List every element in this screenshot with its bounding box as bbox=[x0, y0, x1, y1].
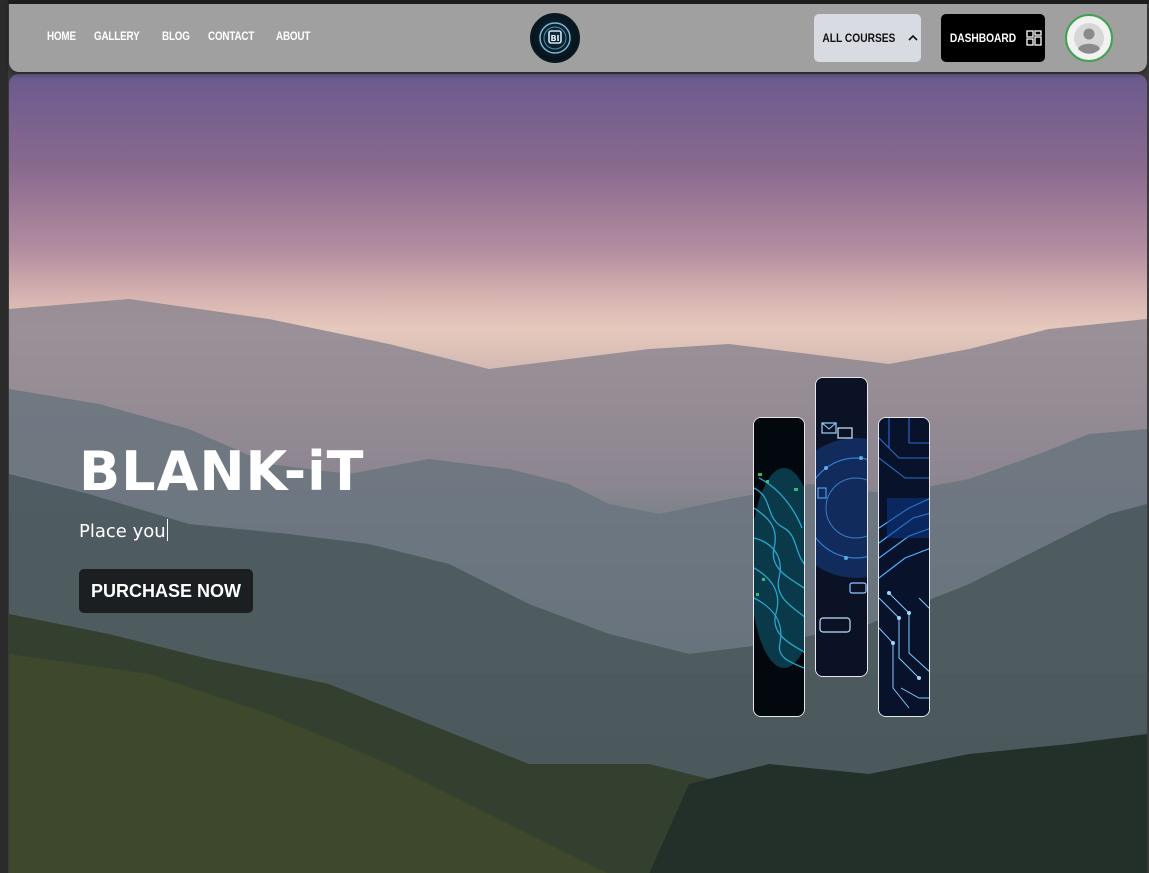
brand-logo[interactable]: BI bbox=[530, 13, 580, 63]
all-courses-label: ALL COURSES bbox=[822, 31, 895, 45]
dashboard-button[interactable]: DASHBOARD bbox=[941, 14, 1045, 62]
nav-link-contact[interactable]: CONTACT bbox=[208, 29, 254, 43]
browser-frame: HOME GALLERY BLOG CONTACT ABOUT BI ALL C… bbox=[0, 0, 1149, 873]
profile-avatar[interactable] bbox=[1065, 14, 1113, 62]
all-courses-button[interactable]: ALL COURSES bbox=[814, 14, 921, 62]
typed-text: Place you bbox=[79, 521, 166, 542]
nav-links: HOME GALLERY BLOG CONTACT ABOUT bbox=[47, 29, 310, 43]
nav-link-about[interactable]: ABOUT bbox=[276, 29, 310, 43]
nav-link-home[interactable]: HOME bbox=[47, 29, 76, 43]
circuit-board-image bbox=[879, 418, 929, 716]
showcase-card-brain[interactable] bbox=[753, 417, 805, 717]
nav-link-gallery[interactable]: GALLERY bbox=[94, 29, 140, 43]
nav-link-blog[interactable]: BLOG bbox=[162, 29, 190, 43]
showcase-card-network[interactable] bbox=[815, 377, 868, 677]
user-icon bbox=[1074, 23, 1104, 54]
showcase-card-circuit[interactable] bbox=[878, 417, 930, 717]
foreground-hill bbox=[9, 614, 1147, 873]
digital-brain-image bbox=[754, 418, 804, 716]
grid-icon bbox=[1026, 30, 1042, 46]
text-caret bbox=[166, 519, 169, 541]
logo-letters: BI bbox=[550, 34, 559, 43]
top-navbar: HOME GALLERY BLOG CONTACT ABOUT BI ALL C… bbox=[9, 4, 1147, 72]
communication-network-image bbox=[816, 378, 867, 676]
chevron-up-icon bbox=[908, 34, 918, 41]
hero-typing-text: Place you bbox=[79, 519, 169, 542]
window-left-border bbox=[0, 0, 8, 873]
logo-emblem-icon: BI bbox=[539, 22, 571, 54]
hero-title: BLANK-iT bbox=[79, 440, 365, 503]
dashboard-label: DASHBOARD bbox=[949, 31, 1017, 45]
purchase-now-button[interactable]: PURCHASE NOW bbox=[79, 569, 253, 613]
